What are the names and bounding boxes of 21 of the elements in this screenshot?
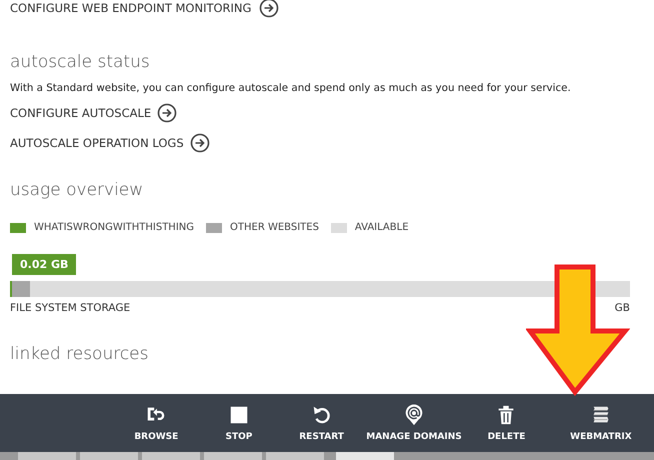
- arrow-circle-icon[interactable]: [157, 103, 178, 123]
- toolbar-button[interactable]: DELETE: [465, 394, 548, 452]
- link[interactable]: CONFIGURE WEB ENDPOINT MONITORING: [10, 1, 252, 15]
- toolbar-button[interactable]: WEBMATRIX: [548, 394, 654, 452]
- link[interactable]: AUTOSCALE OPERATION LOGS: [10, 136, 184, 150]
- toolbar-button[interactable]: MANAGE DOMAINS: [362, 394, 466, 452]
- legend-label: AVAILABLE: [354, 222, 409, 233]
- meter-label: FILE SYSTEM STORAGE: [10, 302, 130, 314]
- section-heading: linked resources: [10, 344, 150, 364]
- value-tooltip: 0.02 GB: [12, 254, 76, 275]
- toolbar-button[interactable]: RESTART: [280, 394, 363, 452]
- section-heading: usage overview: [10, 180, 144, 200]
- section-heading: autoscale status: [10, 52, 151, 72]
- toolbar-button[interactable]: STOP: [198, 394, 280, 452]
- link[interactable]: CONFIGURE AUTOSCALE: [10, 106, 152, 120]
- arrow-circle-icon[interactable]: [190, 133, 210, 153]
- max-label: GB: [614, 302, 630, 314]
- description: With a Standard website, you can configure autoscale and spend only as much as you need for your service.: [10, 82, 572, 94]
- toolbar-button[interactable]: BROWSE: [115, 394, 198, 452]
- legend-label: OTHER WEBSITES: [230, 222, 319, 233]
- legend-label: WHATISWRONGWITHTHISTHING: [34, 222, 194, 233]
